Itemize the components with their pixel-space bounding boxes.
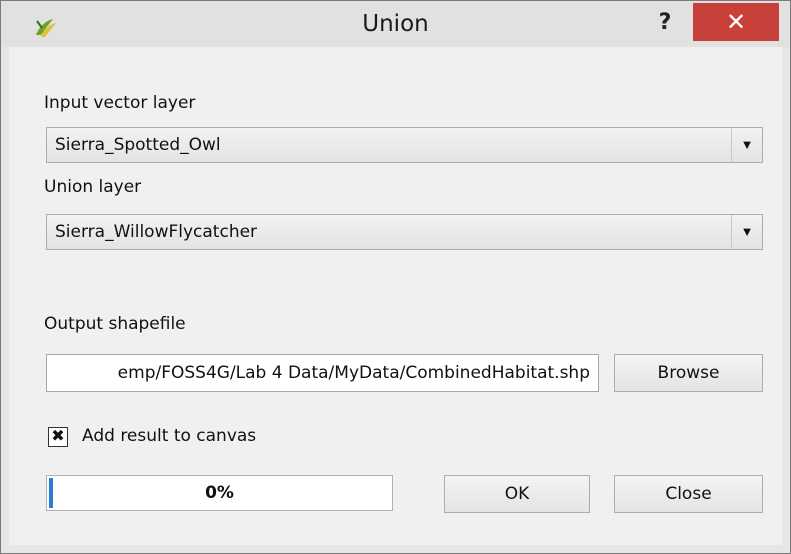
union-layer-value: Sierra_WillowFlycatcher xyxy=(55,222,258,242)
window-close-button[interactable]: ✕ xyxy=(693,3,779,41)
browse-button[interactable]: Browse xyxy=(614,354,763,392)
chevron-down-icon[interactable]: ▼ xyxy=(731,215,762,249)
add-to-canvas-checkbox[interactable]: ✖ xyxy=(48,427,68,447)
output-shapefile-value: emp/FOSS4G/Lab 4 Data/MyData/CombinedHab… xyxy=(117,363,590,383)
input-layer-select[interactable]: Sierra_Spotted_Owl ▼ xyxy=(46,127,763,163)
close-button[interactable]: Close xyxy=(614,475,763,513)
chevron-down-icon[interactable]: ▼ xyxy=(731,128,762,162)
title-bar[interactable]: Union ? ✕ xyxy=(1,1,790,47)
output-shapefile-label: Output shapefile xyxy=(44,314,186,334)
union-dialog: Union ? ✕ Input vector layer Sierra_Spot… xyxy=(0,0,791,554)
dialog-body: Input vector layer Sierra_Spotted_Owl ▼ … xyxy=(9,47,782,545)
progress-label: 0% xyxy=(205,483,234,503)
input-layer-value: Sierra_Spotted_Owl xyxy=(55,135,221,155)
union-layer-select[interactable]: Sierra_WillowFlycatcher ▼ xyxy=(46,214,763,250)
input-layer-label: Input vector layer xyxy=(44,93,196,113)
ok-button[interactable]: OK xyxy=(444,475,590,513)
progress-bar: 0% xyxy=(46,475,393,511)
add-to-canvas-label: Add result to canvas xyxy=(82,426,257,446)
help-button[interactable]: ? xyxy=(651,9,679,37)
output-shapefile-field[interactable]: emp/FOSS4G/Lab 4 Data/MyData/CombinedHab… xyxy=(46,354,599,392)
union-layer-label: Union layer xyxy=(44,177,142,197)
